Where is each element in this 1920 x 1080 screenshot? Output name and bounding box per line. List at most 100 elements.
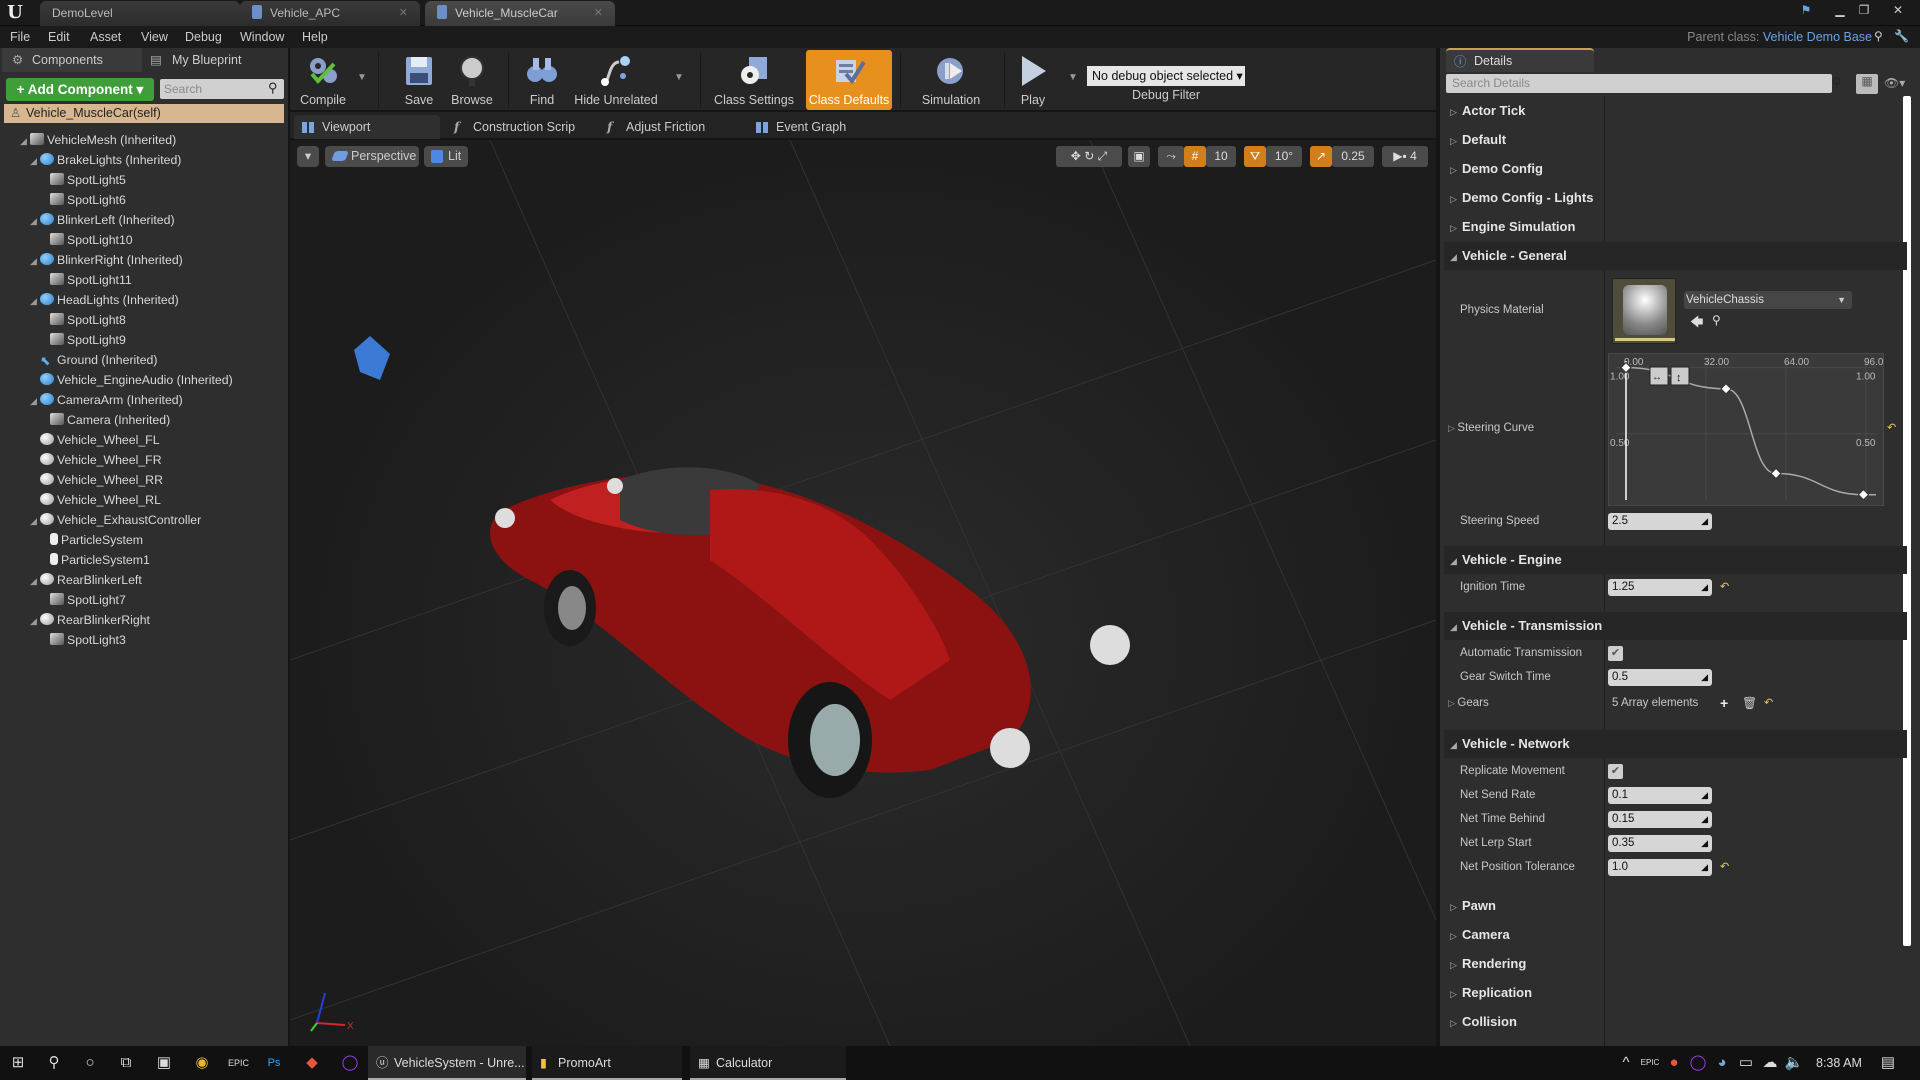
category-collision[interactable]: ▷ Collision <box>1444 1008 1920 1036</box>
source-control-icon[interactable]: ⚑ <box>1796 2 1816 18</box>
category-actor-tick[interactable]: ▷ Actor Tick <box>1444 97 1920 125</box>
net-time-behind-input[interactable]: 0.15 <box>1608 811 1712 828</box>
task-view-icon[interactable]: ⧉ <box>116 1053 136 1073</box>
epic-games-icon[interactable]: EPIC <box>228 1053 249 1073</box>
rotate-icon[interactable]: ↻ <box>1084 149 1094 163</box>
expand-arrow-icon[interactable]: ◢ <box>30 151 40 171</box>
trash-icon[interactable]: 🗑 <box>1742 693 1757 713</box>
class-settings-button[interactable]: Class Settings <box>712 50 796 110</box>
volume-icon[interactable]: 🔈 <box>1784 1053 1804 1073</box>
cortana-icon[interactable]: ○ <box>80 1053 100 1073</box>
expand-arrow-icon[interactable]: ◢ <box>30 291 40 311</box>
category-pawn[interactable]: ▷ Pawn <box>1444 892 1920 920</box>
physics-material-select[interactable]: VehicleChassis ▼ <box>1684 291 1852 309</box>
tree-item[interactable]: Vehicle_Wheel_FR <box>30 450 162 470</box>
camera-speed-button[interactable]: ▶▪ 4 <box>1382 146 1428 167</box>
automatic-transmission-checkbox[interactable]: ✔ <box>1608 646 1623 661</box>
tree-item[interactable]: ◢ Vehicle_ExhaustController <box>30 510 201 530</box>
reset-to-default-icon[interactable]: ↶ <box>1764 696 1774 709</box>
expand-arrow-icon[interactable]: ◢ <box>30 251 40 271</box>
store-icon[interactable]: ▣ <box>154 1053 174 1073</box>
restore-button[interactable]: ❐ <box>1854 2 1874 18</box>
category-rendering[interactable]: ▷ Rendering <box>1444 950 1920 978</box>
expand-arrow-icon[interactable]: ◢ <box>30 211 40 231</box>
tab-adjust-friction[interactable]: f Adjust Friction <box>598 115 744 139</box>
gears-row[interactable]: ▷ Gears <box>1448 693 1489 713</box>
surface-snap-icon[interactable]: ⤳ <box>1158 146 1184 167</box>
tree-item[interactable]: Vehicle_Wheel_RR <box>30 470 163 490</box>
translate-icon[interactable]: ✥ <box>1071 149 1081 163</box>
ignition-time-input[interactable]: 1.25 <box>1608 579 1712 596</box>
tree-item[interactable]: Camera (Inherited) <box>40 410 170 430</box>
onedrive-icon[interactable]: ☁ <box>1760 1053 1780 1073</box>
category-vehicle-network[interactable]: ◢ Vehicle - Network <box>1444 730 1907 758</box>
expand-arrow-icon[interactable]: ◢ <box>30 391 40 411</box>
tree-item[interactable]: ◢ HeadLights (Inherited) <box>30 290 179 310</box>
lit-mode-button[interactable]: Lit <box>424 146 468 167</box>
clock[interactable]: 8:38 AM <box>1816 1046 1862 1080</box>
tree-item[interactable]: SpotLight10 <box>40 230 133 250</box>
steering-curve-editor[interactable]: 0.00 32.00 64.00 96.01.00 1.000.50 0.50↔ ↕ <box>1608 353 1884 506</box>
browse-button[interactable]: Browse <box>442 50 502 110</box>
expand-arrow-icon[interactable]: ◢ <box>30 571 40 591</box>
transform-tools[interactable]: ✥ ↻ ⤢ <box>1056 146 1122 167</box>
tab-viewport[interactable]: Viewport <box>294 115 440 139</box>
net-lerp-start-input[interactable]: 0.35 <box>1608 835 1712 852</box>
menu-window[interactable]: Window <box>240 26 284 48</box>
details-search-input[interactable]: Search Details <box>1446 74 1832 93</box>
rotation-snap-toggle-icon[interactable]: ⛛ <box>1244 146 1266 167</box>
menu-view[interactable]: View <box>141 26 168 48</box>
doc-tab-demolevel[interactable]: DemoLevel <box>40 1 240 26</box>
minimize-button[interactable]: ▁ <box>1830 2 1850 18</box>
compile-options-dropdown[interactable]: ▼ <box>357 72 367 83</box>
perspective-button[interactable]: Perspective <box>325 146 419 167</box>
grid-snap-toggle-icon[interactable]: # <box>1184 146 1206 167</box>
tab-details[interactable]: ⓘ Details <box>1446 48 1594 72</box>
category-vehicle-transmission[interactable]: ◢ Vehicle - Transmission <box>1444 612 1907 640</box>
doc-tab-vehicle-apc[interactable]: Vehicle_APC ✕ <box>240 1 420 26</box>
category-default[interactable]: ▷ Default <box>1444 126 1920 154</box>
tree-item[interactable]: ◢ CameraArm (Inherited) <box>30 390 183 410</box>
tree-item[interactable]: ⬉ Ground (Inherited) <box>30 350 157 370</box>
tree-item[interactable]: SpotLight3 <box>40 630 126 650</box>
compile-button[interactable]: Compile <box>294 50 352 110</box>
expand-arrow-icon[interactable]: ◢ <box>20 131 30 151</box>
menu-asset[interactable]: Asset <box>90 26 121 48</box>
tree-item[interactable]: ◢ BlinkerRight (Inherited) <box>30 250 183 270</box>
close-icon[interactable]: ✕ <box>594 1 603 26</box>
tree-item[interactable]: SpotLight9 <box>40 330 126 350</box>
tray-epic-icon[interactable]: EPIC <box>1640 1053 1660 1073</box>
save-button[interactable]: Save <box>390 50 448 110</box>
debug-object-select[interactable]: No debug object selected ▾ <box>1087 66 1245 86</box>
tree-item[interactable]: SpotLight8 <box>40 310 126 330</box>
tab-components[interactable]: ⚙ Components <box>2 48 142 72</box>
tab-event-graph[interactable]: Event Graph <box>748 115 888 139</box>
network-icon[interactable]: ▭ <box>1736 1053 1756 1073</box>
tree-root-self[interactable]: ♙ Vehicle_MuscleCar(self) <box>4 104 284 123</box>
expand-arrow-icon[interactable]: ◢ <box>30 611 40 631</box>
play-options-dropdown[interactable]: ▼ <box>1068 72 1078 83</box>
net-position-tolerance-input[interactable]: 1.0 <box>1608 859 1712 876</box>
tray-music-icon[interactable]: ● <box>1664 1053 1684 1073</box>
tree-item[interactable]: Vehicle_EngineAudio (Inherited) <box>30 370 233 390</box>
tab-my-blueprint[interactable]: ▤ My Blueprint <box>142 48 282 72</box>
tree-item[interactable]: SpotLight5 <box>40 170 126 190</box>
ring-app-icon[interactable]: ◯ <box>340 1053 360 1073</box>
close-window-button[interactable]: ✕ <box>1888 2 1908 18</box>
menu-edit[interactable]: Edit <box>48 26 70 48</box>
tree-item[interactable]: ◢ RearBlinkerRight <box>30 610 150 630</box>
viewport-3d[interactable] <box>290 140 1436 1046</box>
tree-item[interactable]: ◢ BlinkerLeft (Inherited) <box>30 210 175 230</box>
search-icon[interactable]: ⚲ <box>44 1053 64 1073</box>
category-engine-simulation[interactable]: ▷ Engine Simulation <box>1444 213 1920 241</box>
visibility-eye-icon[interactable]: 👁▾ <box>1884 76 1905 90</box>
class-defaults-button[interactable]: Class Defaults <box>806 50 892 110</box>
property-matrix-icon[interactable]: ▦ <box>1856 74 1878 94</box>
tab-construction-script[interactable]: f Construction Scrip <box>445 115 595 139</box>
tree-item[interactable]: SpotLight11 <box>40 270 132 290</box>
category-camera[interactable]: ▷ Camera <box>1444 921 1920 949</box>
close-icon[interactable]: ✕ <box>399 1 408 26</box>
expand-arrow-icon[interactable]: ◢ <box>30 511 40 531</box>
play-button[interactable]: Play <box>1010 50 1056 110</box>
wrench-icon[interactable]: 🔧 <box>1894 29 1909 43</box>
